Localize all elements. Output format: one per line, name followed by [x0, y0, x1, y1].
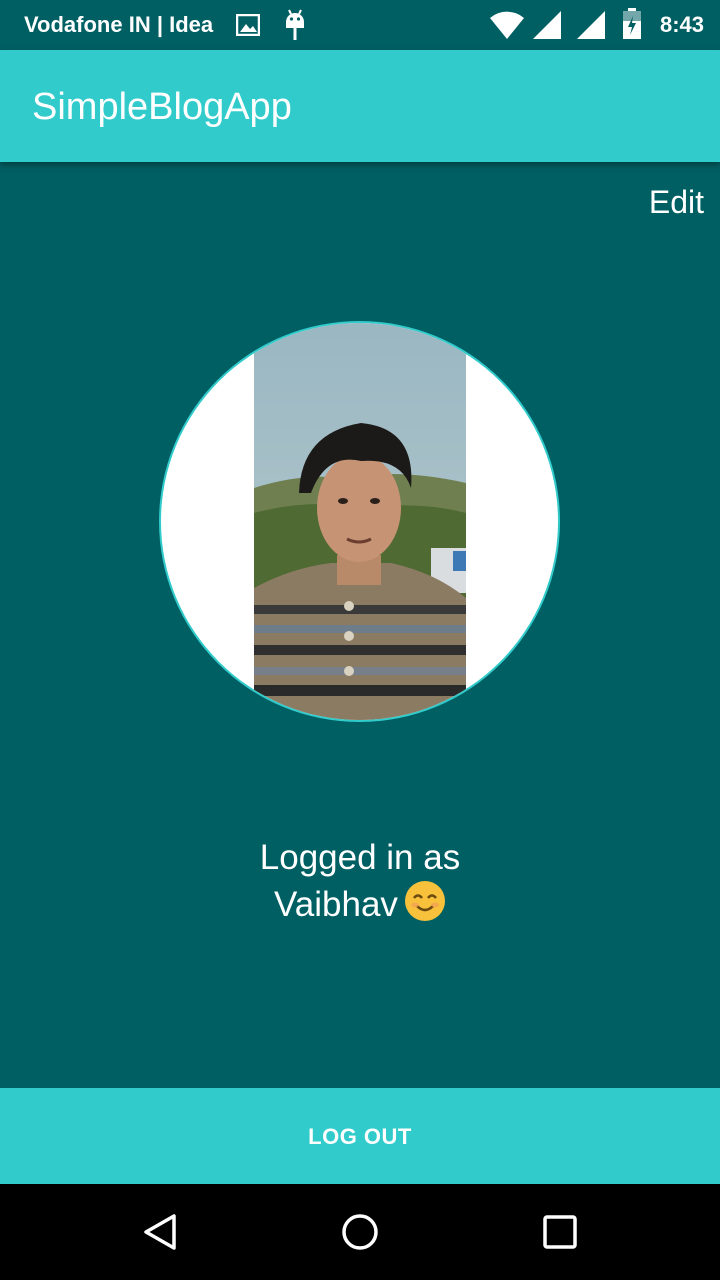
- clock: 8:43: [659, 12, 704, 37]
- app-title: SimpleBlogApp: [32, 86, 292, 128]
- logged-in-text: Logged in as Vaibhav: [0, 836, 720, 927]
- profile-photo: [254, 323, 466, 720]
- back-icon[interactable]: [140, 1212, 180, 1252]
- username: Vaibhav: [274, 885, 398, 924]
- logout-button[interactable]: LOG OUT: [0, 1088, 720, 1184]
- username-line: Vaibhav: [0, 880, 720, 927]
- home-icon[interactable]: [340, 1212, 380, 1252]
- carrier-name: Vodafone IN | Idea: [24, 12, 214, 37]
- status-bar: Vodafone IN | Idea 8:43: [0, 0, 720, 50]
- android-debug-icon: [283, 8, 307, 47]
- recents-icon[interactable]: [540, 1212, 580, 1252]
- image-icon: [235, 13, 261, 41]
- battery-charging-icon: [622, 8, 642, 45]
- wifi-icon: [489, 10, 525, 45]
- app-bar: SimpleBlogApp: [0, 50, 720, 162]
- signal-icon: [576, 10, 606, 45]
- edit-button[interactable]: Edit: [649, 184, 704, 221]
- navigation-bar: [0, 1184, 720, 1280]
- smiling-face-icon: [404, 880, 446, 922]
- logged-in-label: Logged in as: [259, 838, 461, 877]
- signal-icon: [532, 10, 562, 45]
- profile-avatar[interactable]: [161, 323, 558, 720]
